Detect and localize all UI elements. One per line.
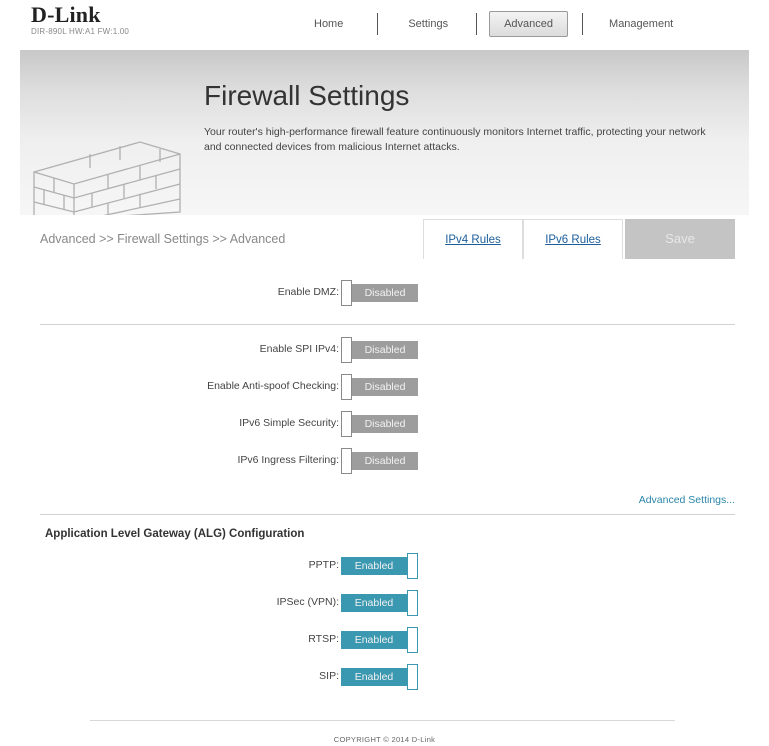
- main-nav: Home Settings Advanced Management: [290, 10, 679, 38]
- model-info: DIR-890L HW:A1 FW:1.00: [31, 27, 130, 36]
- toggle-state: Disabled: [352, 341, 418, 359]
- save-button[interactable]: Save: [625, 219, 735, 259]
- toggle-knob: [407, 627, 418, 653]
- pptp-row: PPTP: Enabled: [0, 553, 769, 579]
- ipv6-ingress-label: IPv6 Ingress Filtering:: [237, 454, 339, 466]
- nav-divider: [476, 13, 478, 35]
- toggle-knob: [341, 337, 352, 363]
- copyright-text: COPYRIGHT © 2014 D-Link: [333, 735, 436, 744]
- dmz-toggle[interactable]: Disabled: [341, 280, 418, 306]
- nav-management[interactable]: Management: [603, 10, 679, 38]
- spi-ipv4-label: Enable SPI IPv4:: [259, 343, 339, 355]
- sip-row: SIP: Enabled: [0, 664, 769, 690]
- rtsp-toggle[interactable]: Enabled: [341, 627, 418, 653]
- anti-spoof-row: Enable Anti-spoof Checking: Disabled: [0, 374, 769, 400]
- alg-section-title: Application Level Gateway (ALG) Configur…: [45, 528, 305, 540]
- dmz-label: Enable DMZ:: [277, 286, 339, 298]
- toggle-knob: [341, 374, 352, 400]
- ipv6-rules-link[interactable]: IPv6 Rules: [523, 219, 623, 259]
- toggle-knob: [341, 448, 352, 474]
- ipsec-row: IPSec (VPN): Enabled: [0, 590, 769, 616]
- breadcrumb: Advanced >> Firewall Settings >> Advance…: [40, 232, 286, 246]
- dlink-logo[interactable]: D-Link DIR-890L HW:A1 FW:1.00: [31, 2, 130, 37]
- nav-home[interactable]: Home: [308, 10, 349, 38]
- toggle-state: Disabled: [352, 415, 418, 433]
- sip-label: SIP:: [319, 670, 339, 682]
- toggle-knob: [341, 280, 352, 306]
- sip-toggle[interactable]: Enabled: [341, 664, 418, 690]
- ipv6-simple-security-toggle[interactable]: Disabled: [341, 411, 418, 437]
- toggle-state: Enabled: [341, 631, 407, 649]
- ipsec-label: IPSec (VPN):: [276, 596, 339, 608]
- ipv6-simple-security-row: IPv6 Simple Security: Disabled: [0, 411, 769, 437]
- action-bar: Advanced >> Firewall Settings >> Advance…: [20, 215, 749, 259]
- pptp-label: PPTP:: [308, 559, 339, 571]
- toggle-state: Disabled: [352, 284, 418, 302]
- hero-banner: Firewall Settings Your router's high-per…: [20, 50, 749, 215]
- toggle-state: Enabled: [341, 668, 407, 686]
- nav-settings[interactable]: Settings: [402, 10, 454, 38]
- toggle-state: Enabled: [341, 594, 407, 612]
- spi-ipv4-toggle[interactable]: Disabled: [341, 337, 418, 363]
- toggle-knob: [407, 553, 418, 579]
- ipv6-simple-security-label: IPv6 Simple Security:: [239, 417, 339, 429]
- nav-divider: [582, 13, 584, 35]
- toggle-knob: [341, 411, 352, 437]
- page-description: Your router's high-performance firewall …: [204, 126, 706, 153]
- spi-ipv4-row: Enable SPI IPv4: Disabled: [0, 337, 769, 363]
- advanced-settings-link[interactable]: Advanced Settings...: [639, 494, 735, 506]
- section-divider: [40, 324, 735, 325]
- toggle-state: Disabled: [352, 378, 418, 396]
- top-header: D-Link DIR-890L HW:A1 FW:1.00 Home Setti…: [0, 0, 769, 50]
- anti-spoof-toggle[interactable]: Disabled: [341, 374, 418, 400]
- ipv6-ingress-row: IPv6 Ingress Filtering: Disabled: [0, 448, 769, 474]
- ipv4-rules-link[interactable]: IPv4 Rules: [423, 219, 523, 259]
- nav-advanced[interactable]: Advanced: [489, 11, 569, 37]
- anti-spoof-label: Enable Anti-spoof Checking:: [207, 380, 339, 392]
- ipsec-toggle[interactable]: Enabled: [341, 590, 418, 616]
- page-title: Firewall Settings: [204, 80, 410, 111]
- toggle-knob: [407, 664, 418, 690]
- section-divider: [40, 514, 735, 515]
- rtsp-row: RTSP: Enabled: [0, 627, 769, 653]
- brand-name: D-Link: [31, 2, 101, 27]
- nav-divider: [377, 13, 379, 35]
- toggle-state: Disabled: [352, 452, 418, 470]
- toggle-knob: [407, 590, 418, 616]
- toggle-state: Enabled: [341, 557, 407, 575]
- dmz-row: Enable DMZ: Disabled: [0, 280, 769, 306]
- footer-divider: [90, 720, 675, 721]
- rtsp-label: RTSP:: [308, 633, 339, 645]
- brick-wall-icon: [33, 141, 181, 215]
- ipv6-ingress-toggle[interactable]: Disabled: [341, 448, 418, 474]
- pptp-toggle[interactable]: Enabled: [341, 553, 418, 579]
